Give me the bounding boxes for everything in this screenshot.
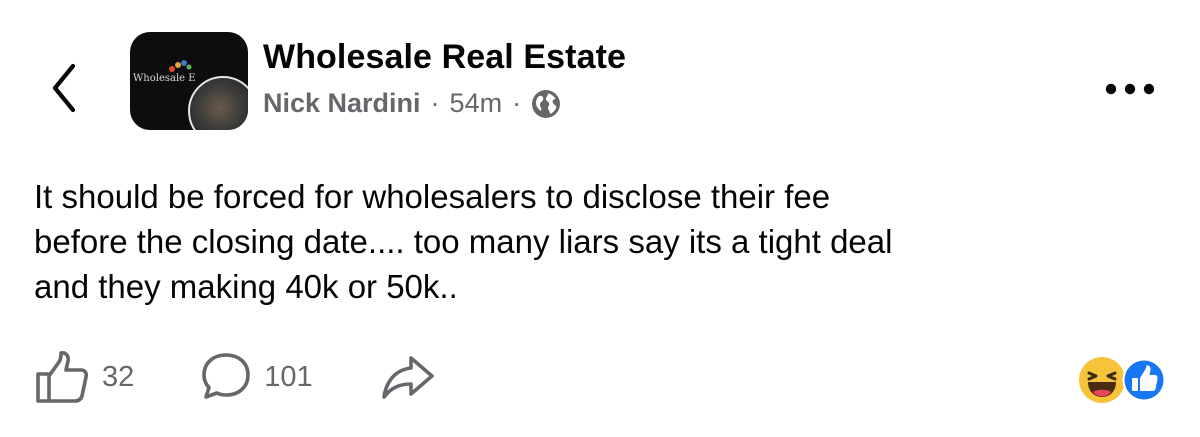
globe-icon <box>531 89 561 119</box>
comment-count: 101 <box>264 360 313 393</box>
meta-separator: · <box>512 88 522 118</box>
like-count: 32 <box>102 360 135 393</box>
share-arrow-icon <box>381 356 434 399</box>
group-avatar[interactable]: Wholesale E <box>130 32 248 130</box>
comment-bubble-icon <box>202 353 251 399</box>
avatar-logo-text: Wholesale E <box>133 73 196 84</box>
logo-dots <box>169 60 192 72</box>
post-time[interactable]: 54m <box>450 88 503 119</box>
meta-separator: · <box>430 88 440 118</box>
share-button[interactable] <box>381 352 435 402</box>
more-options-button[interactable] <box>1100 78 1160 100</box>
group-name[interactable]: Wholesale Real Estate <box>263 38 626 77</box>
like-button[interactable]: 32 <box>34 349 134 405</box>
post-text: It should be forced for wholesalers to d… <box>34 178 893 305</box>
chevron-left-icon <box>52 63 76 113</box>
comment-button[interactable]: 101 <box>200 351 313 403</box>
like-reaction-icon <box>1122 358 1166 402</box>
more-dots-icon <box>1105 83 1155 95</box>
author-name[interactable]: Nick Nardini <box>263 88 421 119</box>
thumbs-up-icon <box>36 351 89 403</box>
reactions-summary[interactable] <box>1078 356 1174 404</box>
post-meta: Nick Nardini · 54m · <box>263 88 561 119</box>
haha-reaction-icon <box>1079 357 1125 403</box>
back-button[interactable] <box>44 60 84 116</box>
author-avatar <box>188 76 248 130</box>
action-bar: 32 101 <box>34 348 435 406</box>
